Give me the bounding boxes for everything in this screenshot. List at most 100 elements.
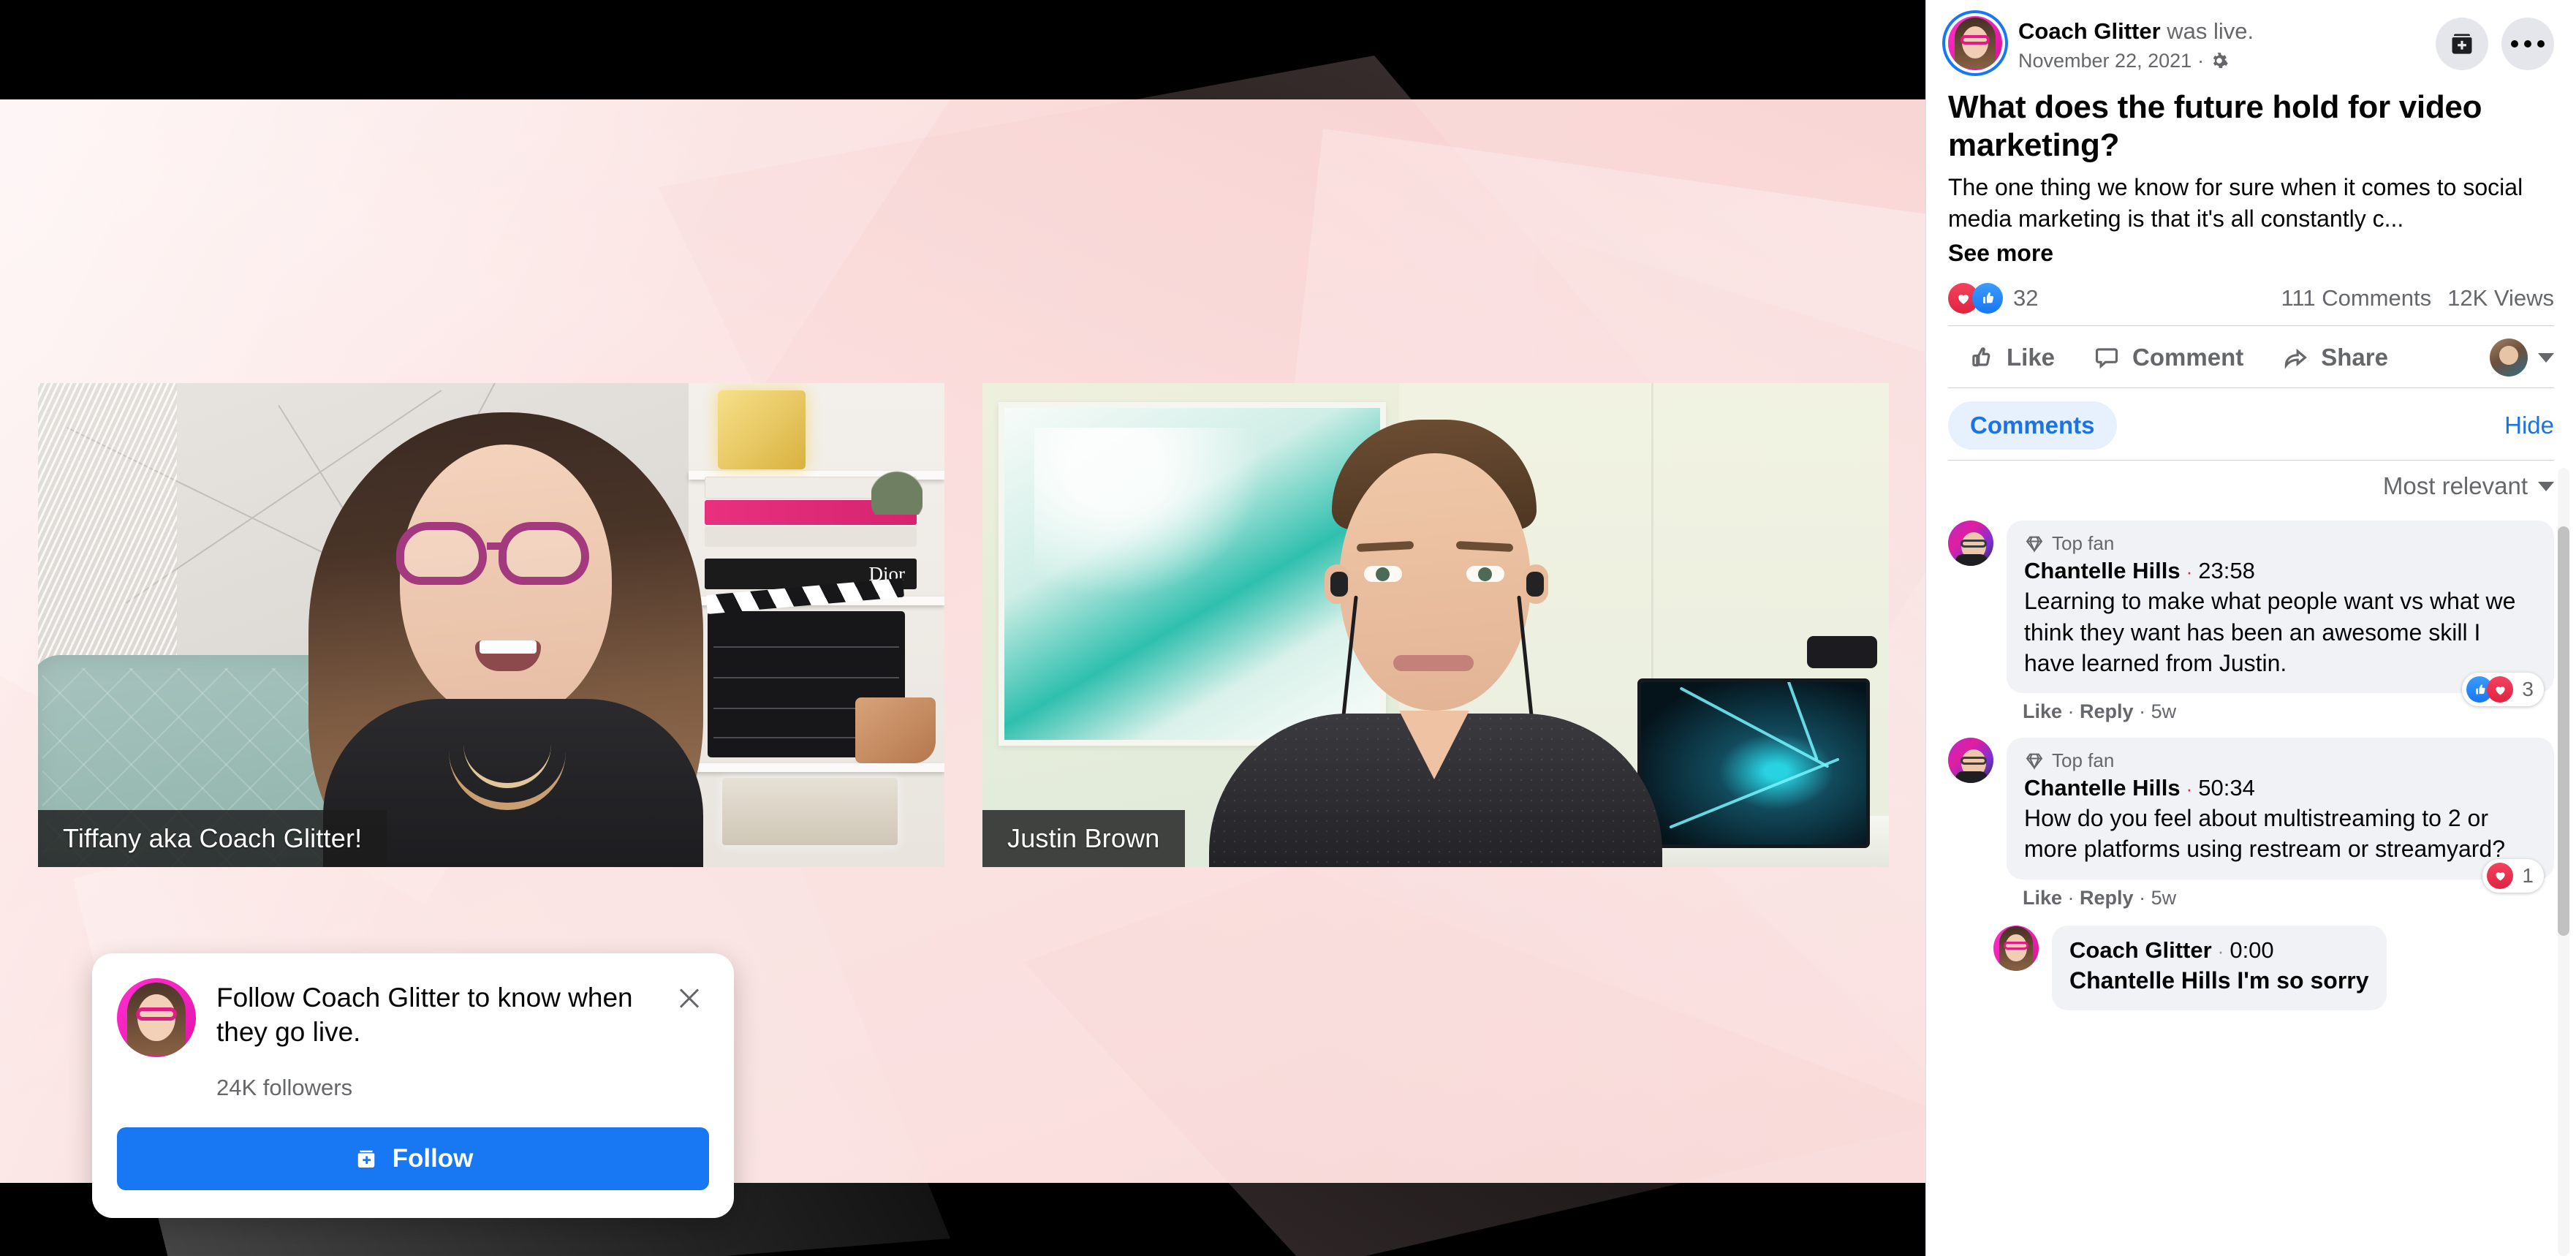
lcb-letters (722, 778, 898, 845)
diamond-icon (2026, 536, 2043, 553)
video-tile-justin: Justin Brown (982, 383, 1889, 867)
save-post-button[interactable] (2436, 18, 2488, 70)
share-button-label: Share (2321, 344, 2388, 371)
comment-timestamp: 50:34 (2198, 775, 2255, 801)
comment-footer: Like · Reply · 5w (2023, 886, 2177, 909)
comment-author[interactable]: Chantelle Hills (2024, 558, 2181, 583)
comment-reactions[interactable]: 3 (2462, 673, 2544, 707)
follow-button[interactable]: Follow (117, 1127, 709, 1190)
see-more-link[interactable]: See more (1948, 240, 2554, 267)
gear-icon (2213, 53, 2228, 69)
comment-age: 5w (2151, 700, 2177, 723)
follow-button-label: Follow (392, 1144, 474, 1173)
justin-scene (982, 383, 1889, 867)
post-header: Coach Glitter was live. November 22, 202… (1948, 16, 2554, 72)
small-plant (871, 434, 923, 515)
follow-prompt-card[interactable]: Follow Coach Glitter to know when they g… (92, 953, 734, 1218)
comment-author[interactable]: Coach Glitter (2069, 937, 2212, 963)
comment-reaction-count: 1 (2522, 863, 2534, 887)
avatar[interactable] (1948, 16, 2002, 70)
avatar[interactable] (1993, 925, 2039, 971)
top-fan-label: Top fan (2052, 532, 2115, 555)
tiffany-scene: Dior (38, 383, 944, 867)
comment-text: Chantelle Hills I'm so sorry (2069, 966, 2369, 994)
gold-decor (855, 697, 936, 763)
love-reaction-icon (2487, 676, 2514, 703)
comment-timestamp: 0:00 (2230, 937, 2274, 963)
like-reaction-icon (1972, 283, 2003, 314)
scrollbar-thumb[interactable] (2558, 526, 2569, 936)
comment-bubble: Top fan Chantelle Hills · 50:34 How do you… (2007, 738, 2554, 893)
chevron-down-icon[interactable] (2538, 352, 2554, 363)
comment-timestamp: 23:58 (2198, 558, 2255, 584)
video-tile-label-tiffany: Tiffany aka Coach Glitter! (38, 810, 387, 867)
comment-author[interactable]: Chantelle Hills (2024, 775, 2181, 801)
comment-text: Learning to make what people want vs wha… (2024, 588, 2516, 676)
thumbs-up-icon (1972, 347, 1990, 367)
avatar (117, 978, 196, 1057)
avatar[interactable] (1948, 738, 1993, 784)
hide-link[interactable]: Hide (2504, 412, 2554, 439)
view-count: 12K Views (2447, 285, 2554, 311)
comment-text: How do you feel about multistreaming to … (2024, 805, 2505, 863)
facebook-live-video-page: Dior Tiffany aka Coach Glitter! Justin B… (0, 0, 2576, 1256)
post-date[interactable]: November 22, 2021 (2018, 50, 2192, 72)
follow-prompt-message: Follow Coach Glitter to know when they g… (216, 983, 633, 1047)
page-title: What does the future hold for video mark… (1948, 88, 2482, 163)
comment-reply-link[interactable]: Reply (2080, 700, 2134, 722)
diamond-icon (2026, 753, 2043, 770)
comment-bubble: Coach Glitter · 0:00 Chantelle Hills I'm s… (2052, 925, 2387, 1010)
book-grey (705, 526, 917, 547)
avatar[interactable] (2490, 338, 2528, 377)
more-options-button[interactable] (2501, 18, 2554, 70)
comments-tab-row: Comments Hide (1948, 388, 2554, 460)
follow-plus-icon (357, 1150, 374, 1168)
post-sidebar: Coach Glitter was live. November 22, 202… (1925, 0, 2576, 1256)
avatar[interactable] (1948, 521, 1993, 567)
video-tile-tiffany: Dior Tiffany aka Coach Glitter! (38, 383, 944, 867)
comment-bubble: Top fan Chantelle Hills · 23:58 Learning t… (2007, 521, 2554, 707)
post-stats: 32 111 Comments 12K Views (1948, 283, 2554, 325)
ellipsis-icon (2511, 40, 2545, 48)
post-author-suffix: was live. (2160, 18, 2254, 44)
list-item: Top fan Chantelle Hills · 50:34 How do you… (1948, 738, 2554, 909)
comment-like-link[interactable]: Like (2023, 700, 2062, 722)
close-icon[interactable] (670, 978, 709, 1018)
monitor (1637, 678, 1870, 848)
list-item: Top fan Chantelle Hills · 23:58 Learning t… (1948, 521, 2554, 723)
tab-comments[interactable]: Comments (1948, 401, 2117, 450)
share-button[interactable]: Share (2262, 338, 2407, 377)
post-author-name[interactable]: Coach Glitter (2018, 18, 2161, 44)
comment-reply-link[interactable]: Reply (2080, 887, 2134, 909)
webcam (1807, 636, 1877, 668)
status-badge: Top fan (2024, 749, 2537, 772)
comment-age: 5w (2151, 886, 2177, 909)
reaction-count: 32 (2013, 285, 2039, 311)
reactions-summary[interactable]: 32 (1948, 283, 2038, 314)
comment-bubble-icon (2096, 348, 2118, 369)
status-badge: Top fan (2024, 532, 2537, 555)
post-description: The one thing we know for sure when it c… (1948, 173, 2523, 232)
comment-reaction-count: 3 (2522, 678, 2534, 701)
video-tile-label-justin: Justin Brown (982, 810, 1185, 867)
comment-button[interactable]: Comment (2074, 338, 2262, 377)
comment-sort-dropdown[interactable]: Most relevant (1948, 461, 2554, 506)
comment-button-label: Comment (2132, 344, 2244, 371)
person-tiffany (279, 399, 732, 867)
person-justin (1202, 414, 1670, 867)
top-fan-label: Top fan (2052, 749, 2115, 772)
post-actions-bar: Like Comment Share (1948, 326, 2554, 387)
chevron-down-icon (2538, 481, 2554, 491)
share-arrow-icon (2284, 349, 2308, 370)
list-item: Coach Glitter · 0:00 Chantelle Hills I'm s… (1993, 925, 2554, 1010)
comment-reactions[interactable]: 1 (2482, 858, 2544, 893)
separator-dot: · (2197, 49, 2205, 72)
comment-count[interactable]: 111 Comments (2281, 285, 2431, 311)
like-button-label: Like (2007, 344, 2056, 371)
love-reaction-icon (2487, 862, 2514, 889)
comment-sort-label: Most relevant (2382, 472, 2528, 500)
video-player-stage[interactable]: Dior Tiffany aka Coach Glitter! Justin B… (0, 0, 1925, 1256)
like-button[interactable]: Like (1948, 338, 2074, 377)
box-plus-icon (2452, 34, 2472, 54)
comment-like-link[interactable]: Like (2023, 887, 2062, 909)
